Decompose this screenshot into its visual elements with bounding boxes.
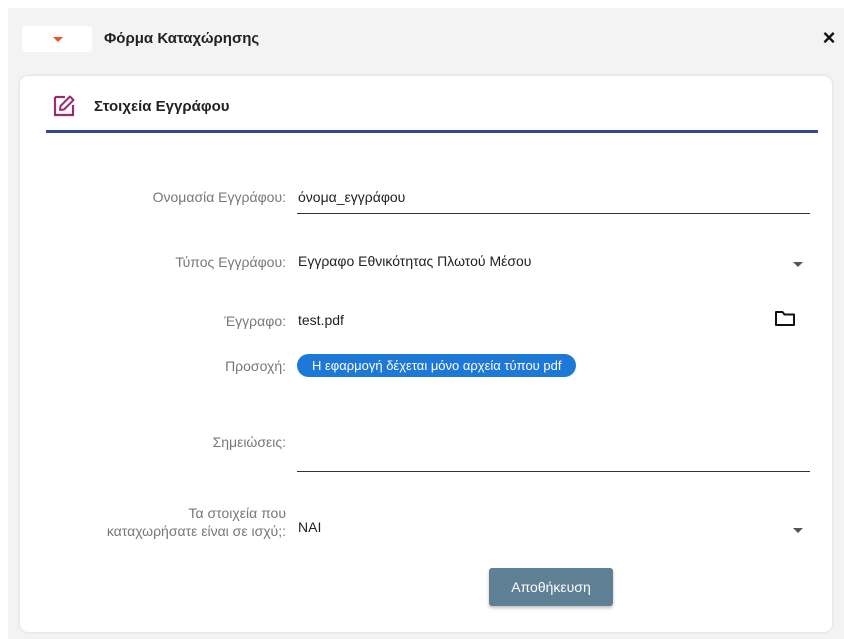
chevron-down-icon[interactable] (793, 528, 803, 533)
chevron-down-icon[interactable] (793, 262, 803, 267)
document-type-value: Εγγραφο Εθνικότητας Πλωτού Μέσου (298, 253, 532, 269)
collapse-button[interactable] (22, 26, 92, 52)
document-card: Στοιχεία Εγγράφου Ονομασία Εγγράφου: όνο… (20, 76, 832, 632)
folder-icon[interactable] (774, 308, 796, 328)
notes-textarea[interactable] (297, 416, 810, 472)
section-divider (46, 130, 818, 133)
document-type-select[interactable]: Εγγραφο Εθνικότητας Πλωτού Μέσου (297, 253, 810, 275)
document-file-field[interactable]: test.pdf (297, 311, 810, 332)
validity-label-line2: καταχωρήσατε είναι σε ισχύ;: (106, 523, 286, 539)
section-title: Στοιχεία Εγγράφου (94, 98, 230, 115)
form-dialog: Φόρμα Καταχώρησης × Στοιχεία Εγγράφου Ον… (8, 8, 844, 639)
document-name-label: Ονομασία Εγγράφου: (152, 189, 286, 205)
document-type-label: Τύπος Εγγράφου: (175, 254, 286, 270)
validity-select[interactable]: ΝΑΙ (297, 519, 810, 541)
field-underline (297, 471, 810, 472)
document-file-label: Έγγραφο: (224, 313, 286, 329)
dialog-title: Φόρμα Καταχώρησης (104, 30, 260, 47)
notes-label: Σημειώσεις: (212, 434, 286, 450)
document-name-field[interactable]: όνομα_εγγράφου (297, 189, 810, 214)
warning-badge: Η εφαρμογή δέχεται μόνο αρχεία τύπου pdf (297, 354, 577, 377)
field-underline (297, 213, 810, 214)
validity-value: ΝΑΙ (298, 519, 322, 535)
validity-label-line1: Τα στοιχεία που (188, 505, 286, 521)
document-name-value: όνομα_εγγράφου (298, 189, 406, 205)
save-button[interactable]: Αποθήκευση (489, 568, 613, 606)
caret-down-icon (53, 37, 63, 42)
validity-label: Τα στοιχεία που καταχωρήσατε είναι σε ισ… (107, 504, 286, 540)
edit-icon (53, 95, 75, 117)
warning-label: Προσοχή: (225, 358, 286, 374)
dialog-header: Φόρμα Καταχώρησης × (8, 8, 844, 70)
document-file-value: test.pdf (298, 312, 344, 328)
close-button[interactable]: × (818, 26, 840, 50)
